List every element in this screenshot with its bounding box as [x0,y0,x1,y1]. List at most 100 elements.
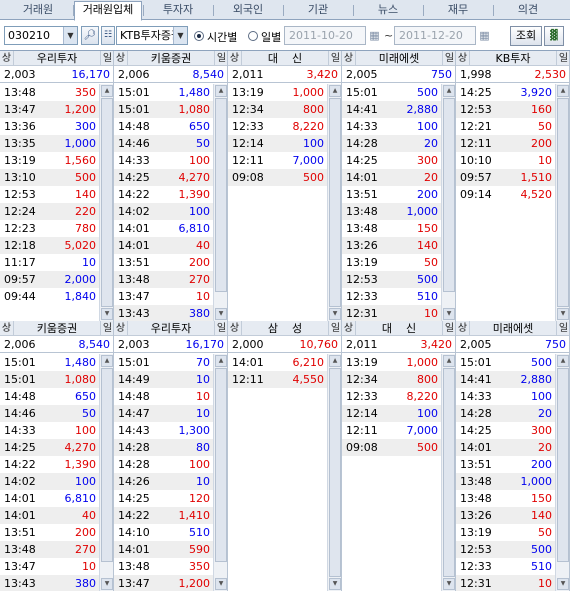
trade-row[interactable]: 12:21 50 [456,118,556,135]
vertical-scrollbar[interactable]: ▲ ▼ [327,354,341,591]
trade-row[interactable]: 14:33 100 [342,118,442,135]
tag-left[interactable]: 상 [456,321,470,336]
trade-row[interactable]: 13:26 140 [456,507,556,524]
trade-row[interactable]: 14:22 1,410 [114,507,214,524]
tag-right[interactable]: 일 [556,321,569,336]
tag-right[interactable]: 일 [442,51,455,66]
scroll-down-icon[interactable]: ▼ [443,578,455,590]
trade-row[interactable]: 12:31 10 [456,575,556,591]
trade-row[interactable]: 14:41 2,880 [342,101,442,118]
radio-day-label[interactable]: 일별 [261,29,281,45]
tag-left[interactable]: 상 [342,51,356,66]
search-icon[interactable]: 🔎︎ [81,26,99,45]
trade-row[interactable]: 09:08 500 [228,169,328,186]
trade-row[interactable]: 10:10 10 [456,152,556,169]
trade-row[interactable]: 14:01 590 [114,541,214,558]
trade-row[interactable]: 13:48 350 [0,84,100,101]
chevron-down-icon[interactable]: ▼ [63,27,77,44]
date-to-field[interactable]: 2011-12-20 [394,26,476,45]
trade-row[interactable]: 14:28 20 [456,405,556,422]
trade-row[interactable]: 14:48 650 [0,388,100,405]
trade-row[interactable]: 13:48 350 [114,558,214,575]
trade-row[interactable]: 12:53 140 [0,186,100,203]
trade-row[interactable]: 12:53 160 [456,101,556,118]
tag-right[interactable]: 일 [442,321,455,336]
trade-row[interactable]: 13:51 200 [342,186,442,203]
calendar-icon[interactable]: ▦ [477,26,492,45]
trade-row[interactable]: 13:36 300 [0,118,100,135]
scroll-down-icon[interactable]: ▼ [215,578,227,590]
scroll-up-icon[interactable]: ▲ [557,355,569,367]
trade-row[interactable]: 12:33 8,220 [228,118,328,135]
scroll-up-icon[interactable]: ▲ [557,85,569,97]
trade-row[interactable]: 15:01 1,480 [0,354,100,371]
trade-row[interactable]: 13:51 200 [114,254,214,271]
trade-row[interactable]: 13:48 1,000 [342,203,442,220]
trade-row[interactable]: 14:25 4,270 [0,439,100,456]
trade-row[interactable]: 09:57 1,510 [456,169,556,186]
calendar-icon[interactable]: ▦ [367,26,382,45]
tag-left[interactable]: 상 [228,51,242,66]
trade-row[interactable]: 15:01 70 [114,354,214,371]
scroll-down-icon[interactable]: ▼ [101,578,113,590]
scroll-thumb[interactable] [329,98,341,307]
bar-chart-icon[interactable]: ▓ [544,26,564,46]
scroll-up-icon[interactable]: ▲ [329,85,341,97]
trade-row[interactable]: 14:01 6,810 [0,490,100,507]
trade-row[interactable]: 09:44 1,840 [0,288,100,305]
tab-4[interactable]: 기관 [284,2,352,20]
scroll-thumb[interactable] [443,98,455,292]
trade-row[interactable]: 14:46 50 [114,135,214,152]
trade-row[interactable]: 09:14 4,520 [456,186,556,203]
trade-row[interactable]: 14:01 6,810 [114,220,214,237]
trade-row[interactable]: 14:22 1,390 [114,186,214,203]
scroll-thumb[interactable] [557,368,569,562]
trade-row[interactable]: 12:11 4,550 [228,371,328,388]
tag-left[interactable]: 상 [114,321,128,336]
trade-row[interactable]: 15:01 1,080 [114,101,214,118]
trade-row[interactable]: 13:19 50 [456,524,556,541]
trade-row[interactable]: 12:24 220 [0,203,100,220]
vertical-scrollbar[interactable]: ▲ ▼ [99,354,113,591]
trade-row[interactable]: 13:47 1,200 [114,575,214,591]
scroll-thumb[interactable] [215,98,227,292]
vertical-scrollbar[interactable]: ▲ ▼ [327,84,341,321]
tag-right[interactable]: 일 [214,321,227,336]
tab-6[interactable]: 재무 [424,2,492,20]
trade-row[interactable]: 13:48 1,000 [456,473,556,490]
tag-right[interactable]: 일 [214,51,227,66]
trade-row[interactable]: 13:47 10 [0,558,100,575]
trade-row[interactable]: 13:48 270 [0,541,100,558]
scroll-thumb[interactable] [215,368,227,562]
scroll-thumb[interactable] [557,98,569,307]
trade-row[interactable]: 13:51 200 [0,524,100,541]
tab-5[interactable]: 뉴스 [354,2,422,20]
trade-row[interactable]: 09:57 2,000 [0,271,100,288]
trade-row[interactable]: 14:33 100 [114,152,214,169]
trade-row[interactable]: 12:11 7,000 [228,152,328,169]
scroll-up-icon[interactable]: ▲ [101,355,113,367]
scroll-thumb[interactable] [329,368,341,577]
radio-time-label[interactable]: 시간별 [207,29,237,45]
trade-row[interactable]: 14:02 100 [114,203,214,220]
vertical-scrollbar[interactable]: ▲ ▼ [99,84,113,321]
trade-row[interactable]: 14:01 20 [456,439,556,456]
trade-row[interactable]: 14:48 10 [114,388,214,405]
trade-row[interactable]: 14:25 300 [342,152,442,169]
tab-7[interactable]: 의견 [494,2,562,20]
trade-row[interactable]: 14:33 100 [0,422,100,439]
trade-row[interactable]: 12:33 8,220 [342,388,442,405]
scroll-down-icon[interactable]: ▼ [557,578,569,590]
vertical-scrollbar[interactable]: ▲ ▼ [441,84,455,321]
trade-row[interactable]: 13:19 1,000 [228,84,328,101]
scroll-thumb[interactable] [101,368,113,562]
trade-row[interactable]: 13:19 50 [342,254,442,271]
trade-row[interactable]: 13:47 1,200 [0,101,100,118]
trade-row[interactable]: 12:11 200 [456,135,556,152]
scroll-up-icon[interactable]: ▲ [215,85,227,97]
trade-row[interactable]: 12:33 510 [456,558,556,575]
vertical-scrollbar[interactable]: ▲ ▼ [213,354,227,591]
trade-row[interactable]: 15:01 1,480 [114,84,214,101]
scroll-down-icon[interactable]: ▼ [215,308,227,320]
scroll-down-icon[interactable]: ▼ [101,308,113,320]
